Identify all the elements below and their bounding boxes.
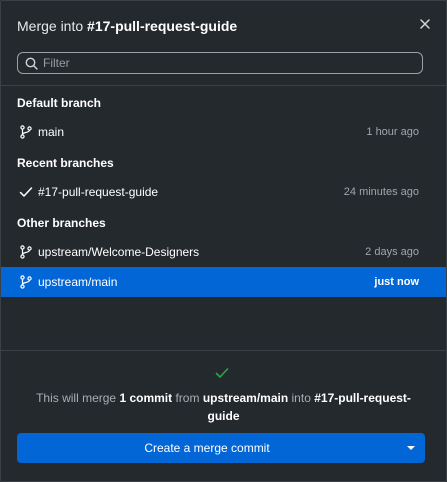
branch-row-main[interactable]: main 1 hour ago	[1, 117, 446, 147]
summary-source-branch: upstream/main	[202, 391, 289, 405]
section-title-recent: Recent branches	[17, 156, 114, 170]
branch-time: 2 days ago	[365, 246, 419, 258]
branch-time: just now	[374, 276, 419, 288]
branch-name: main	[38, 125, 65, 139]
check-icon	[19, 187, 33, 197]
summary-from: from	[175, 391, 200, 405]
divider	[1, 85, 446, 86]
filter-box	[17, 52, 423, 74]
branch-row-upstream-welcome-designers[interactable]: upstream/Welcome-Designers 2 days ago	[1, 237, 446, 267]
close-icon[interactable]	[418, 17, 432, 31]
branch-name: upstream/main	[38, 275, 118, 289]
git-branch-icon	[20, 125, 32, 139]
dialog-title-prefix: Merge into	[17, 18, 84, 34]
branch-row-upstream-main[interactable]: upstream/main just now	[1, 267, 446, 297]
branch-row-17-pull-request-guide[interactable]: #17-pull-request-guide 24 minutes ago	[1, 177, 446, 207]
dialog-header: Merge into #17-pull-request-guide	[1, 1, 446, 47]
chevron-down-icon[interactable]	[407, 446, 415, 450]
merge-button-label: Create a merge commit	[144, 441, 270, 455]
merge-summary: This will merge 1 commit from upstream/m…	[25, 389, 422, 425]
section-title-default: Default branch	[17, 96, 102, 110]
branch-time: 1 hour ago	[366, 126, 419, 138]
check-icon	[215, 368, 229, 378]
dialog-title-branch: #17-pull-request-guide	[87, 18, 238, 34]
summary-prefix: This will merge	[36, 391, 117, 405]
branch-name: upstream/Welcome-Designers	[38, 245, 200, 259]
summary-into: into	[291, 391, 311, 405]
summary-count: 1 commit	[119, 391, 173, 405]
merge-footer: This will merge 1 commit from upstream/m…	[1, 351, 446, 481]
search-icon	[25, 57, 38, 70]
git-branch-icon	[20, 275, 32, 289]
dialog-title: Merge into #17-pull-request-guide	[17, 18, 237, 34]
filter-input[interactable]	[43, 53, 413, 73]
section-title-other: Other branches	[17, 216, 106, 230]
merge-branch-dialog: Merge into #17-pull-request-guide Defaul…	[0, 0, 447, 482]
create-merge-commit-button[interactable]: Create a merge commit	[17, 433, 425, 463]
branch-name: #17-pull-request-guide	[38, 185, 159, 199]
branch-time: 24 minutes ago	[343, 186, 419, 198]
git-branch-icon	[20, 245, 32, 259]
